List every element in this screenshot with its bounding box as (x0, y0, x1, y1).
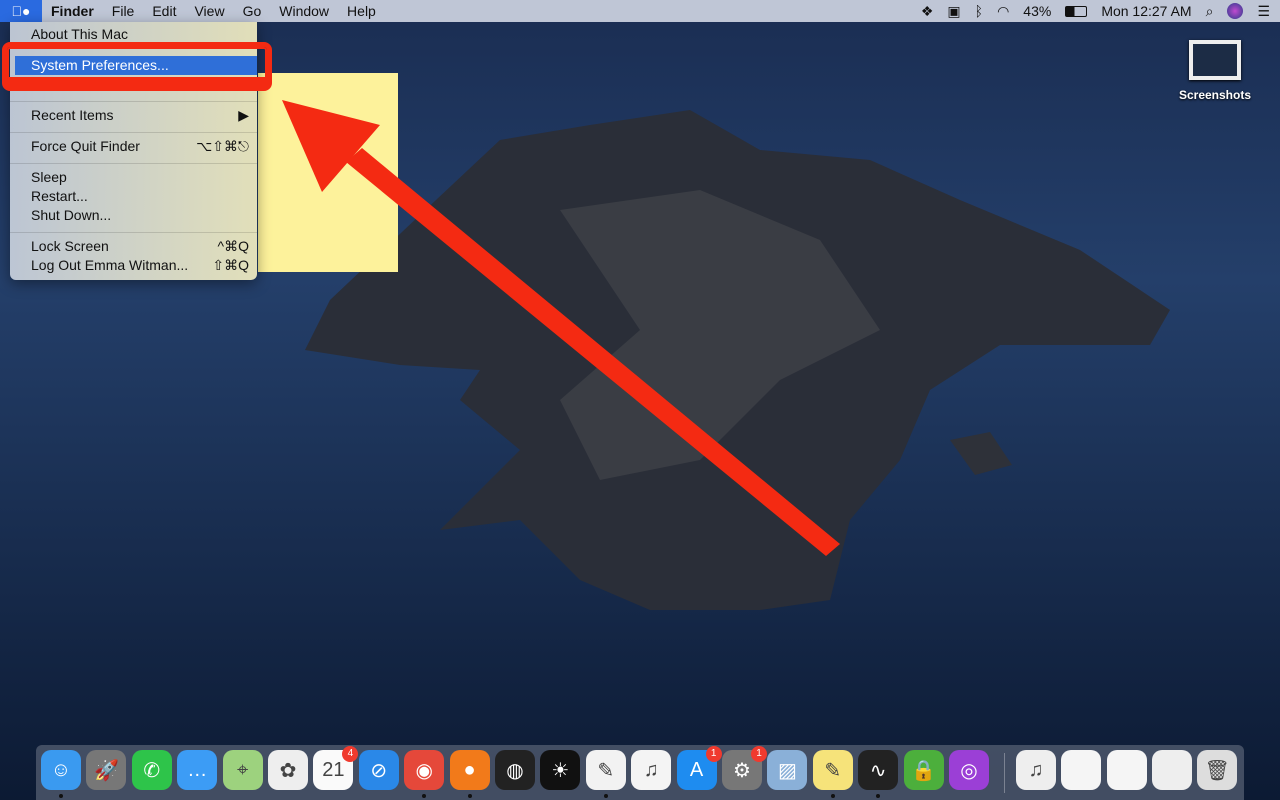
dock-firefox[interactable]: ● (449, 750, 490, 790)
running-indicator (467, 794, 472, 798)
dock-chrome[interactable]: ◉ (404, 750, 445, 790)
dock-textedit[interactable]: ✎ (585, 750, 626, 790)
music-folder-icon: ♫ (1028, 758, 1044, 781)
private-internet-access-icon: 🔒 (911, 759, 937, 782)
podcasts-icon: ◎ (960, 759, 978, 782)
dock-music-folder[interactable]: ♫ (1016, 750, 1056, 790)
photos-icon: ✿ (279, 759, 297, 782)
textedit-icon: ✎ (597, 759, 615, 782)
activity-monitor-icon: ∿ (869, 759, 887, 782)
notification-badge: 4 (342, 746, 359, 762)
dock-app-store[interactable]: A1 (676, 746, 722, 790)
notification-badge: 1 (705, 746, 722, 762)
facetime-icon: ✆ (143, 759, 161, 782)
dock-private-internet-access[interactable]: 🔒 (903, 750, 944, 790)
finder-icon: ☺ (50, 758, 72, 781)
system-preferences-icon: ⚙ (733, 759, 751, 782)
dock-launchpad[interactable]: 🚀 (86, 750, 127, 790)
dock-finder[interactable]: ☺ (41, 750, 81, 790)
dock-podcasts[interactable]: ◎ (949, 750, 989, 790)
dock-facetime[interactable]: ✆ (131, 750, 172, 790)
dock-stickies[interactable]: ✎ (812, 750, 853, 790)
dock-photos[interactable]: ✿ (268, 750, 308, 790)
preview-icon: ▨ (777, 759, 797, 782)
chrome-icon: ◉ (415, 759, 433, 782)
running-indicator (422, 794, 427, 798)
running-indicator (830, 794, 835, 798)
running-indicator (876, 794, 881, 798)
annotation-arrow-shaft (346, 148, 840, 556)
maps-icon: ⌖ (236, 758, 249, 781)
dock-trash[interactable]: 🗑 (1197, 750, 1238, 790)
dock-calendar[interactable]: 21 4 (313, 746, 359, 790)
siri-icon: ◍ (506, 759, 524, 782)
running-indicator (603, 794, 608, 798)
dock-activity-monitor[interactable]: ∿ (858, 750, 899, 790)
dock-preview[interactable]: ▨ (767, 750, 808, 790)
brightness-icon: ☀ (551, 759, 570, 782)
trash-icon: 🗑 (1204, 759, 1230, 782)
running-indicator (59, 794, 63, 798)
calendar-icon: 21 (322, 758, 345, 781)
dock-music[interactable]: ♫ (631, 750, 672, 790)
dock-document-1[interactable] (1061, 750, 1102, 790)
dock-system-preferences[interactable]: ⚙ 1 (722, 746, 767, 790)
dock: ☺ 🚀 ✆… ⌖ ✿ 21 4 ⊘ ◉ ● ◍ ☀ ✎ ♫ A 1 ⚙ 1 ▨ ✎ ∿ 🔒 ◎ ♫ 🗑 (36, 745, 1244, 800)
firefox-icon: ● (463, 758, 476, 781)
notification-badge: 1 (751, 746, 767, 762)
music-icon: ♫ (643, 758, 659, 781)
dock-document-2[interactable] (1106, 750, 1147, 790)
app-store-icon: A (689, 758, 704, 781)
dock-siri[interactable]: ◍ (495, 750, 535, 790)
annotation-arrow (282, 100, 840, 556)
messages-icon: … (187, 758, 208, 781)
dock-messages[interactable]: … (177, 750, 218, 790)
launchpad-icon: 🚀 (93, 759, 119, 782)
dock-maps[interactable]: ⌖ (222, 750, 263, 790)
dock-safari[interactable]: ⊘ (358, 750, 399, 790)
dock-brightness[interactable]: ☀ (540, 750, 581, 790)
dock-document-3[interactable] (1151, 750, 1192, 790)
stickies-icon: ✎ (824, 759, 842, 782)
safari-icon: ⊘ (370, 759, 388, 782)
dock-separator (1004, 753, 1005, 793)
annotation-arrow-head (282, 100, 380, 192)
